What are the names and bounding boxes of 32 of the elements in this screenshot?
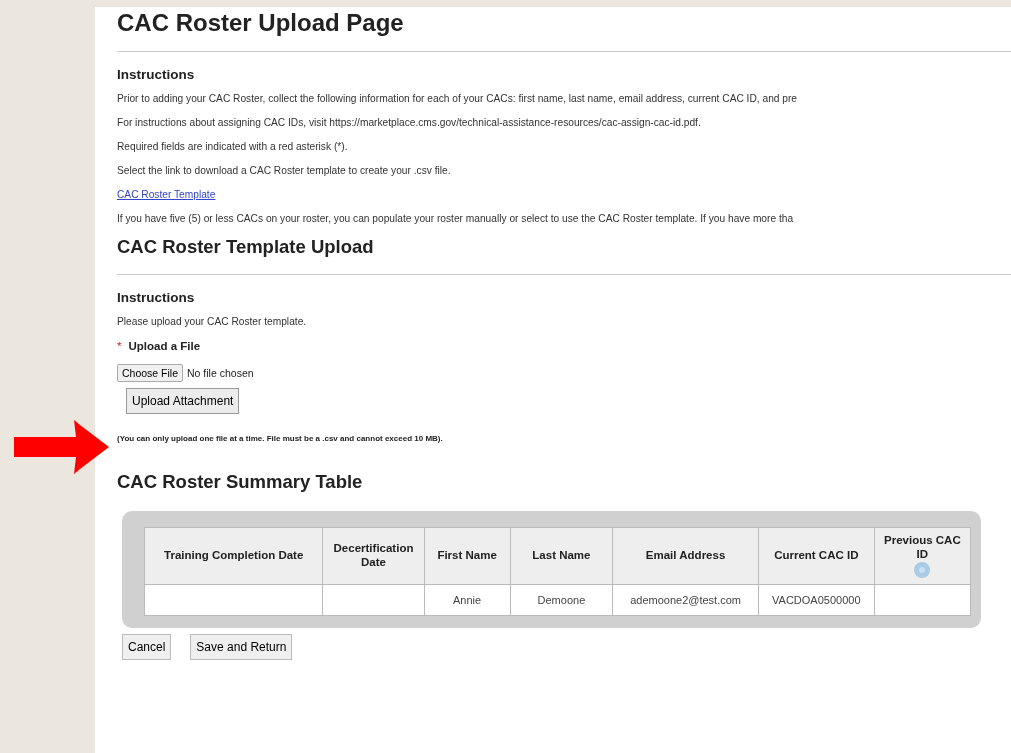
file-status: No file chosen — [187, 367, 254, 379]
upload-attachment-button[interactable]: Upload Attachment — [126, 388, 240, 414]
column-header: Email Address — [612, 527, 759, 585]
table-cell: ademoone2@test.com — [612, 584, 759, 616]
page-title: CAC Roster Upload Page — [117, 9, 405, 37]
column-header: Last Name — [510, 527, 613, 585]
instruction-text: For instructions about assigning CAC IDs, visit https://marketplace.cms.gov/technical-assistance-resources/cac-assign-cac-id.pdf. — [117, 116, 702, 129]
required-asterisk: * — [117, 340, 122, 352]
field-label: Upload a File — [128, 340, 201, 352]
form-button[interactable]: Save and Return — [190, 634, 293, 660]
template-link[interactable]: CAC Roster Template — [117, 189, 216, 200]
form-button[interactable]: Cancel — [122, 634, 172, 660]
table-cell: Annie — [424, 584, 511, 616]
section-title: CAC Roster Template Upload — [117, 236, 375, 258]
section-heading: Instructions — [117, 67, 196, 82]
table-cell: VACDOA0500000 — [758, 584, 875, 616]
column-header: First Name — [424, 527, 511, 585]
instruction-text: Required fields are indicated with a red asterisk (*). — [117, 140, 349, 153]
instruction-text: Select the link to download a CAC Roster template to create your .csv file. — [117, 164, 452, 177]
upload-hint: (You can only upload one file at a time. File must be a .csv and cannot exceed 10 MB). — [117, 434, 444, 443]
help-icon[interactable] — [914, 561, 931, 578]
column-header: Training Completion Date — [144, 527, 323, 585]
column-header: Decertification Date — [322, 527, 425, 585]
instruction-text: Prior to adding your CAC Roster, collect the following information for each of your CACs: first name, last name, email address, current CAC ID, and pre — [117, 92, 799, 105]
instruction-text: If you have five (5) or less CACs on your roster, you can populate your roster manually or select to use the CAC Roster template. If you have more tha — [117, 212, 795, 225]
section-heading: Instructions — [117, 290, 196, 305]
instruction-text: Please upload your CAC Roster template. — [117, 315, 308, 328]
column-header-text: Previous CAC ID — [884, 534, 961, 560]
section-title: CAC Roster Summary Table — [117, 471, 364, 493]
column-header: Current CAC ID — [758, 527, 875, 585]
choose-file-button[interactable]: Choose File — [117, 364, 184, 382]
table-cell: Demoone — [510, 584, 613, 616]
